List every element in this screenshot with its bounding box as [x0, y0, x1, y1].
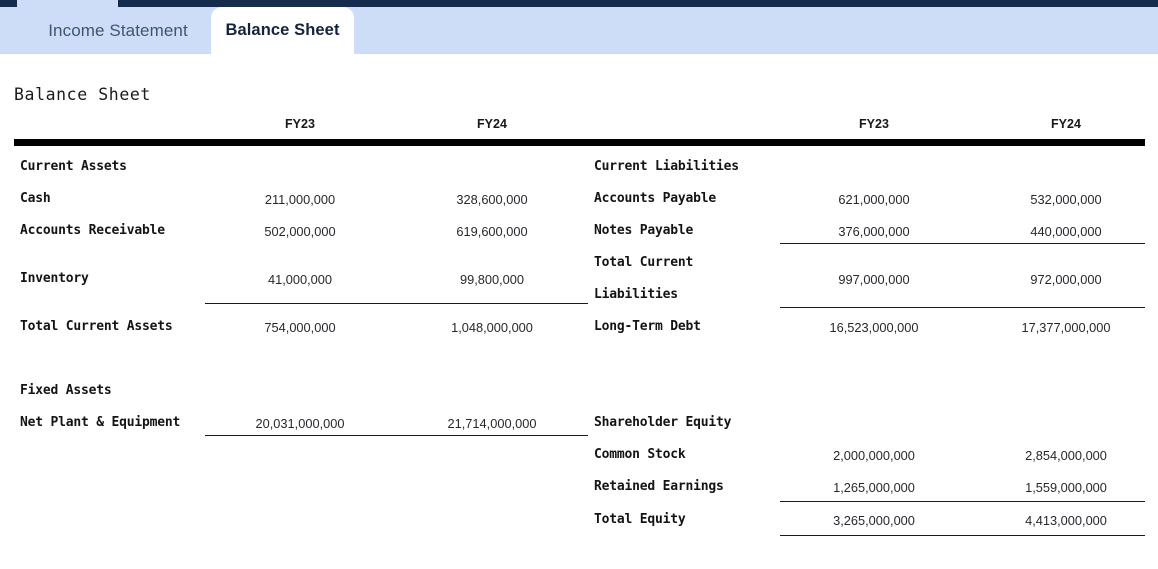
table-cell-value: 1,265,000,000 — [833, 480, 915, 495]
section-heading-current-assets: Current Assets — [20, 159, 127, 174]
table-cell-value: 619,600,000 — [456, 224, 528, 239]
table-cell-value: 440,000,000 — [1030, 224, 1102, 239]
top-accent-strip-right — [118, 0, 1158, 7]
table-row-label-total: Total Current Assets — [20, 319, 173, 334]
table-cell-value: 3,265,000,000 — [833, 513, 915, 528]
table-cell-value: 972,000,000 — [1030, 272, 1102, 287]
table-cell-value: 17,377,000,000 — [1021, 320, 1111, 335]
section-end-rule — [205, 435, 588, 436]
table-cell-value: 21,714,000,000 — [447, 416, 537, 431]
table-cell-value: 1,048,000,000 — [451, 320, 533, 335]
table-row-label: Net Plant & Equipment — [20, 415, 181, 430]
table-row-label: Inventory — [20, 271, 89, 286]
table-cell-value: 4,413,000,000 — [1025, 513, 1107, 528]
table-cell-value: 16,523,000,000 — [829, 320, 919, 335]
table-row-label: Notes Payable — [594, 223, 694, 238]
table-cell-value: 532,000,000 — [1030, 192, 1102, 207]
left-column-header-fy23: FY23 — [285, 117, 315, 131]
table-cell-value: 2,000,000,000 — [833, 448, 915, 463]
table-row-label: Long-Term Debt — [594, 319, 701, 334]
subtotal-rule — [780, 243, 1145, 244]
table-row-label: Retained Earnings — [594, 479, 724, 494]
table-cell-value: 20,031,000,000 — [255, 416, 345, 431]
balance-sheet-panel: Balance Sheet FY23 FY24 FY23 FY24 Curren… — [0, 54, 1158, 569]
right-column-header-fy24: FY24 — [1051, 117, 1081, 131]
subtotal-rule — [780, 501, 1145, 502]
section-heading-fixed-assets: Fixed Assets — [20, 383, 112, 398]
top-accent-strip-left — [0, 0, 17, 7]
table-row-label: Cash — [20, 191, 51, 206]
table-row-label-total: Total Current — [594, 255, 694, 270]
table-row-label: Accounts Receivable — [20, 223, 165, 238]
table-cell-value: 754,000,000 — [264, 320, 336, 335]
subtotal-rule — [205, 303, 588, 304]
table-cell-value: 621,000,000 — [838, 192, 910, 207]
section-heading-shareholder-equity: Shareholder Equity — [594, 415, 732, 430]
top-accent-strip — [0, 0, 1158, 7]
section-end-rule — [780, 535, 1145, 536]
tab-income-statement[interactable]: Income Statement — [38, 7, 198, 54]
table-row-label: Accounts Payable — [594, 191, 717, 206]
table-cell-value: 328,600,000 — [456, 192, 528, 207]
table-cell-value: 41,000,000 — [267, 272, 333, 287]
subtotal-rule — [780, 307, 1145, 308]
table-cell-value: 502,000,000 — [264, 224, 336, 239]
table-cell-value: 997,000,000 — [838, 272, 910, 287]
page-title: Balance Sheet — [14, 85, 151, 104]
table-cell-value: 1,559,000,000 — [1025, 480, 1107, 495]
left-column-header-fy24: FY24 — [477, 117, 507, 131]
table-header-rule — [14, 139, 1145, 146]
tab-balance-sheet[interactable]: Balance Sheet — [211, 7, 354, 54]
table-row-label-total: Total Equity — [594, 512, 686, 527]
right-column-header-fy23: FY23 — [859, 117, 889, 131]
table-cell-value: 376,000,000 — [838, 224, 910, 239]
table-cell-value: 99,800,000 — [459, 272, 525, 287]
tab-bar: Income Statement Balance Sheet — [0, 7, 1158, 54]
table-cell-value: 2,854,000,000 — [1025, 448, 1107, 463]
section-heading-current-liabilities: Current Liabilities — [594, 159, 739, 174]
table-row-label: Common Stock — [594, 447, 686, 462]
table-cell-value: 211,000,000 — [264, 192, 336, 207]
table-row-label-total-cont: Liabilities — [594, 287, 678, 302]
